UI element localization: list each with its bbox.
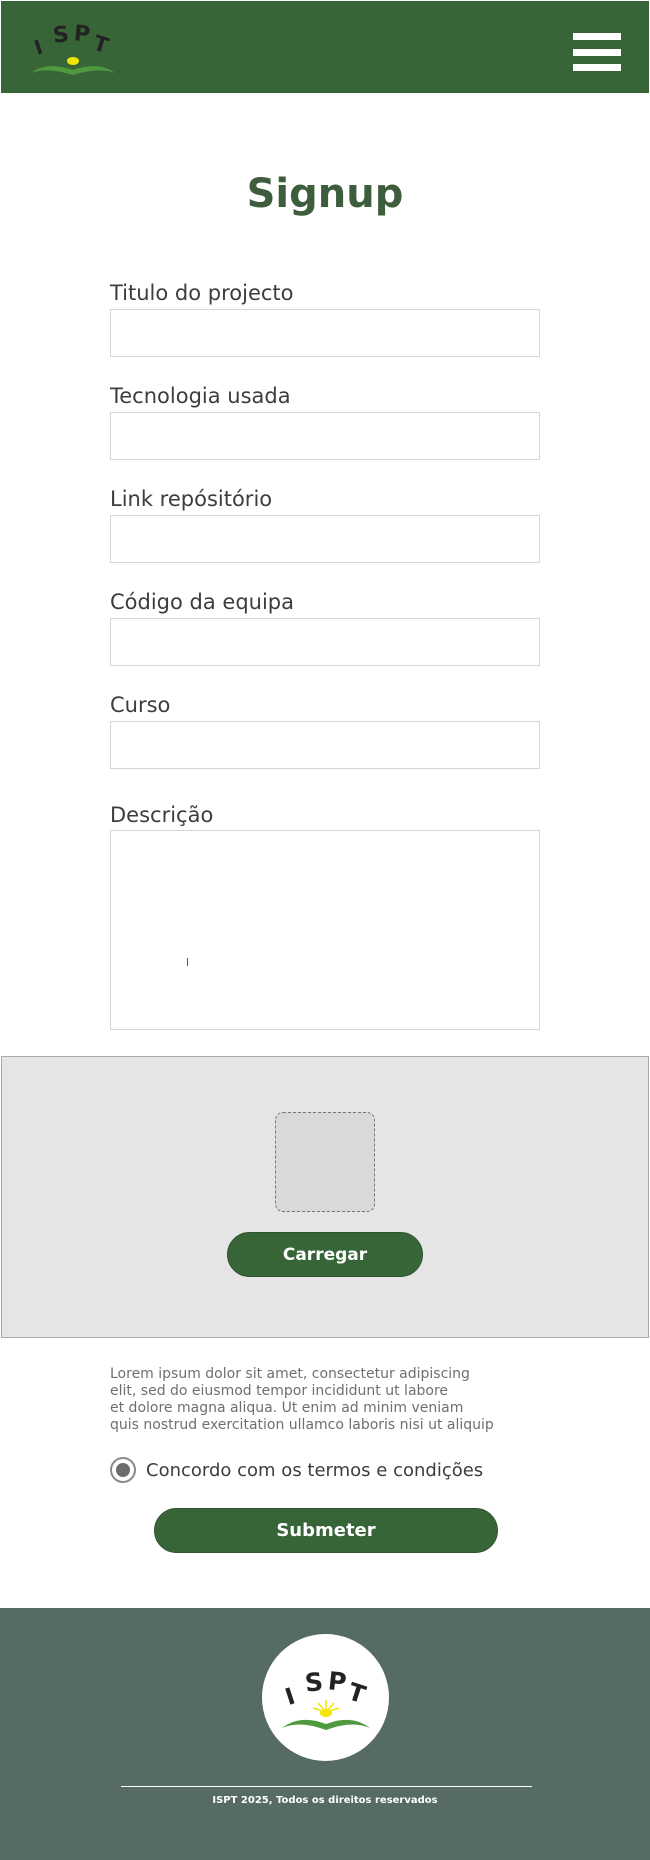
description-label: Descrição — [110, 803, 214, 827]
technology-label: Tecnologia usada — [110, 384, 291, 408]
submit-button[interactable]: Submeter — [154, 1508, 498, 1553]
hamburger-menu-icon[interactable] — [573, 33, 621, 71]
technology-input[interactable] — [110, 412, 540, 460]
menu-bar — [573, 48, 621, 56]
menu-bar — [573, 64, 621, 71]
radio-selected-dot — [116, 1463, 130, 1477]
footer-copyright: ISPT 2025, Todos os direitos reservados — [212, 1795, 438, 1806]
logo-letter-s: S — [303, 1667, 324, 1698]
terms-line: quis nostrud exercitation ullamco labori… — [110, 1417, 494, 1433]
team-code-label: Código da equipa — [110, 590, 294, 614]
repo-link-label: Link repósitório — [110, 487, 273, 511]
upload-button[interactable]: Carregar — [227, 1232, 423, 1277]
logo-letter-t: T — [345, 1677, 370, 1709]
project-title-input[interactable] — [110, 309, 540, 357]
logo-letter-s: S — [52, 22, 70, 49]
repo-link-input[interactable] — [110, 515, 540, 563]
terms-line: et dolore magna aliqua. Ut enim ad minim… — [110, 1400, 464, 1416]
footer-ispt-logo: I S P T — [282, 1666, 370, 1730]
logo-letter-p: P — [73, 21, 92, 48]
logo-letter-i: I — [282, 1684, 298, 1711]
terms-text: Lorem ipsum dolor sit amet, consectetur … — [110, 1366, 510, 1434]
project-title-label: Titulo do projecto — [110, 281, 294, 305]
course-input[interactable] — [110, 721, 540, 769]
logo-letter-t: T — [90, 31, 112, 58]
logo-book — [31, 66, 115, 75]
description-textarea[interactable] — [110, 830, 540, 1030]
text-cursor — [187, 958, 188, 966]
top-navbar: I S P T — [1, 1, 649, 93]
terms-agree-label[interactable]: Concordo com os termos e condições — [146, 1460, 483, 1481]
logo-sun — [320, 1709, 332, 1717]
terms-agree-row: Concordo com os termos e condições — [110, 1456, 483, 1484]
logo-book — [282, 1719, 370, 1730]
terms-agree-radio[interactable] — [110, 1457, 136, 1483]
logo-letter-i: I — [31, 35, 46, 60]
menu-bar — [573, 33, 621, 40]
course-label: Curso — [110, 693, 171, 717]
logo-sun — [67, 57, 79, 65]
team-code-input[interactable] — [110, 618, 540, 666]
logo-letter-p: P — [327, 1666, 348, 1697]
footer-divider — [121, 1786, 532, 1787]
terms-line: Lorem ipsum dolor sit amet, consectetur … — [110, 1366, 470, 1382]
ispt-logo[interactable]: I S P T — [27, 15, 119, 79]
terms-line: elit, sed do eiusmod tempor incididunt u… — [110, 1383, 449, 1399]
page-title: Signup — [246, 171, 404, 217]
file-dropzone[interactable] — [275, 1112, 375, 1212]
